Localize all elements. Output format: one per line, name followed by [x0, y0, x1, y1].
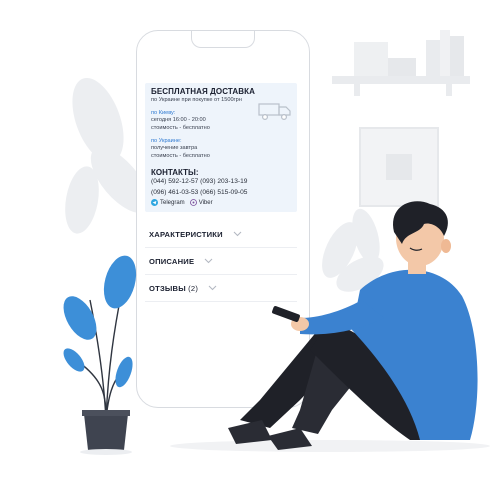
foreground-illustration	[63, 201, 478, 455]
man-sitting-illustration	[228, 201, 478, 450]
potted-plant-illustration	[63, 255, 137, 455]
